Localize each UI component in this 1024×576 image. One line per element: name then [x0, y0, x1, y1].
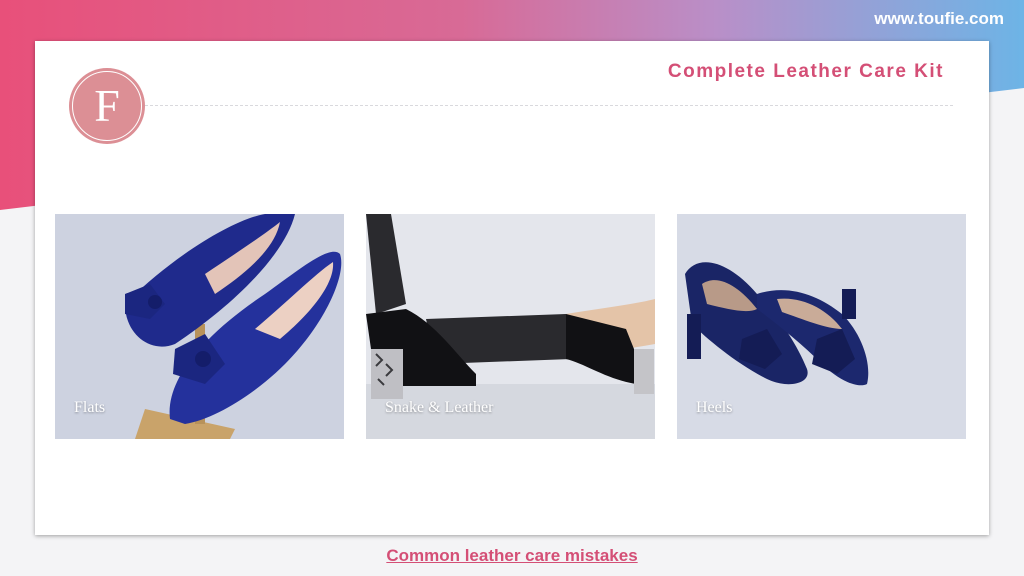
page-title: Complete Leather Care Kit: [667, 61, 944, 82]
category-tile-snake-leather[interactable]: Snake & Leather: [366, 214, 655, 439]
title-divider: [145, 105, 953, 106]
category-tile-heels[interactable]: Heels: [677, 214, 966, 439]
category-tile-flats[interactable]: Flats: [55, 214, 344, 439]
common-mistakes-link[interactable]: Common leather care mistakes: [0, 546, 1024, 566]
site-url[interactable]: www.toufie.com: [874, 9, 1004, 29]
tile-label-snake-leather: Snake & Leather: [385, 399, 494, 416]
tile-label-flats: Flats: [74, 399, 106, 416]
logo-ring: [72, 71, 142, 141]
content-card: F Complete Leather Care Kit Flats Snake …: [35, 41, 989, 535]
brand-logo[interactable]: F: [69, 68, 145, 144]
tile-label-heels: Heels: [696, 399, 733, 416]
